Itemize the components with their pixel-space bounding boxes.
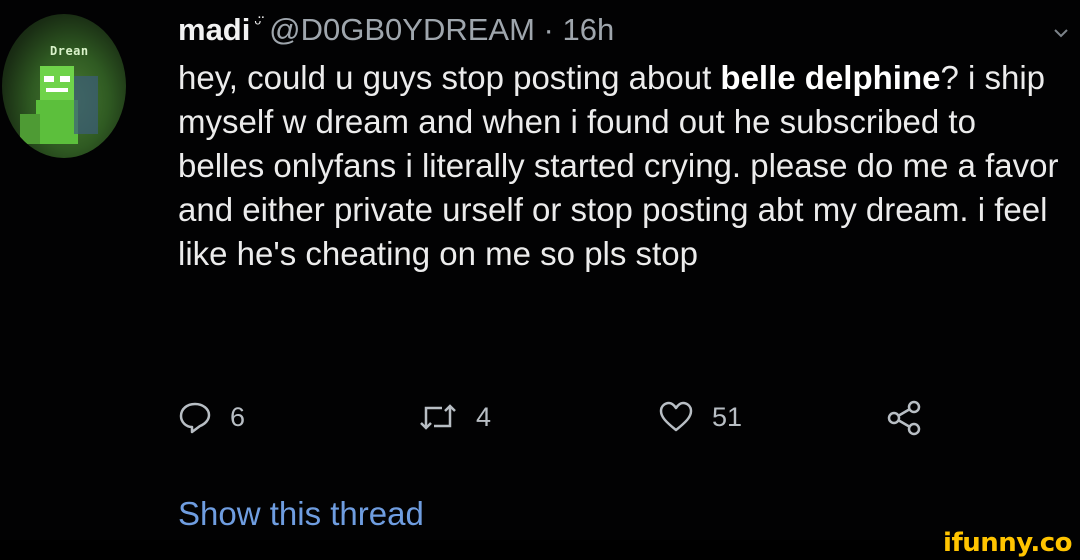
footer-bar	[0, 540, 1080, 560]
tweet-text-bold: belle delphine	[720, 59, 941, 96]
heart-icon	[659, 401, 693, 432]
retweet-icon	[420, 404, 456, 430]
tweet-card: Drean madi ᵕ̈ @D0GB0YDREAM · 16h hey, coul…	[0, 0, 1080, 540]
display-name[interactable]: madi	[178, 12, 250, 47]
avatar[interactable]: Drean	[2, 14, 126, 158]
handle-and-time[interactable]: @D0GB0YDREAM · 16h	[269, 12, 614, 47]
avatar-label: Drean	[50, 44, 89, 58]
tweet-text-part1: hey, could u guys stop posting about	[178, 59, 721, 96]
tweet-header: madi ᵕ̈ @D0GB0YDREAM · 16h	[178, 12, 614, 48]
show-thread-link[interactable]: Show this thread	[178, 495, 424, 533]
retweet-count: 4	[476, 401, 492, 432]
avatar-image	[20, 66, 98, 144]
action-bar: 6 4 51	[178, 400, 938, 450]
reply-count: 6	[230, 401, 246, 432]
chevron-down-icon[interactable]	[1054, 26, 1068, 40]
reply-icon	[179, 402, 211, 434]
share-icon	[887, 400, 921, 436]
retweet-button[interactable]: 4	[418, 400, 491, 434]
name-emoji: ᵕ̈	[254, 12, 262, 33]
like-count: 51	[712, 401, 743, 432]
reply-button[interactable]: 6	[178, 400, 245, 434]
share-button[interactable]	[886, 400, 940, 436]
like-button[interactable]: 51	[658, 400, 742, 434]
tweet-text: hey, could u guys stop posting about bel…	[178, 56, 1068, 276]
ifunny-watermark: ifunny.co	[943, 528, 1072, 558]
